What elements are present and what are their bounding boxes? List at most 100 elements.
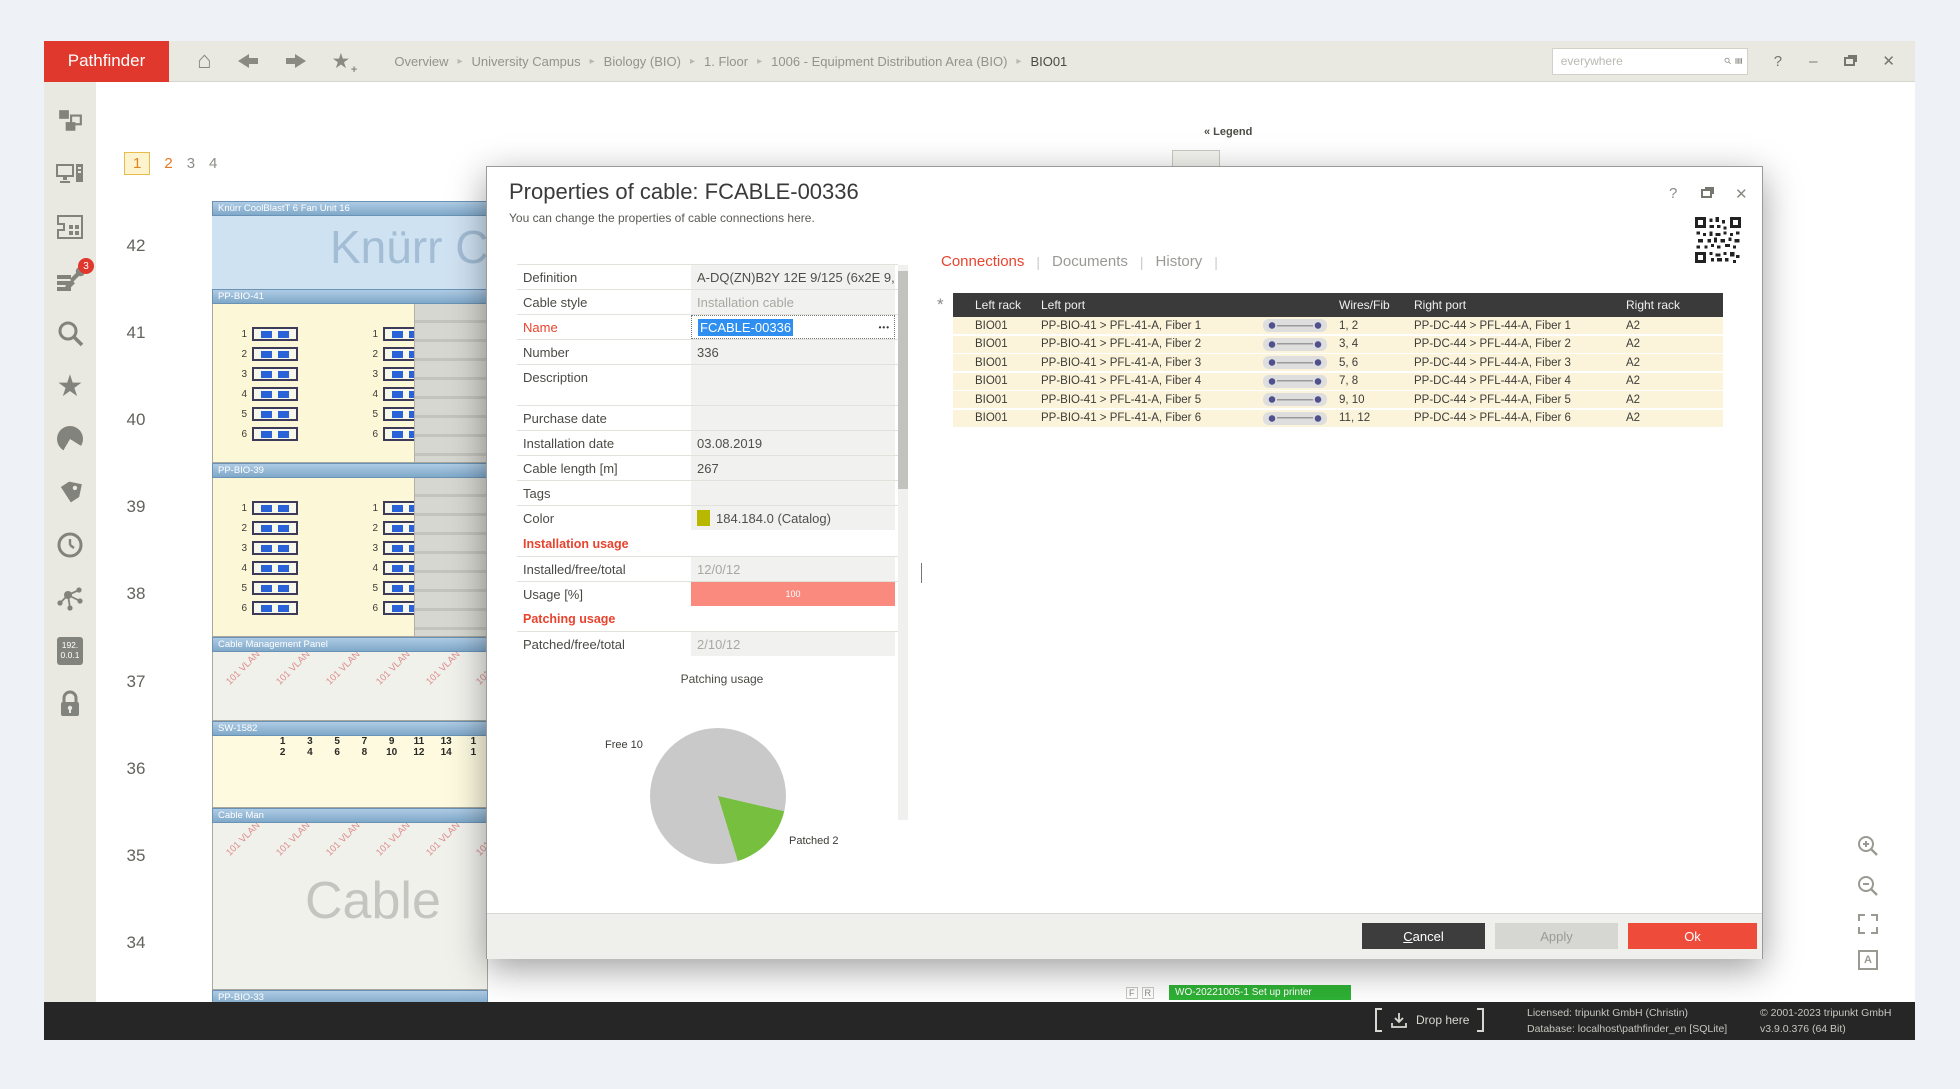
page-tab-3[interactable]: 3 [187, 155, 195, 172]
cancel-button[interactable]: Cancel [1362, 923, 1485, 949]
rack-device-header[interactable]: PP-BIO-33 [212, 990, 488, 1002]
port-pair-icon[interactable] [252, 601, 298, 615]
sidebar-item-devices[interactable] [52, 157, 88, 191]
field-value-tags[interactable] [691, 481, 895, 505]
connection-row[interactable]: BIO01 PP-BIO-41 > PFL-41-A, Fiber 2 3, 4… [953, 336, 1723, 353]
switch-body[interactable]: 1357911131 24681012141 [212, 736, 488, 808]
port-group[interactable]: 4 [235, 561, 298, 575]
pin-marker-icon[interactable]: * [937, 295, 944, 315]
dialog-close-button[interactable]: ✕ [1735, 185, 1748, 203]
forward-icon[interactable] [284, 54, 308, 68]
col-left-rack[interactable]: Left rack [953, 298, 1041, 312]
ok-button[interactable]: Ok [1628, 923, 1757, 949]
ellipsis-button[interactable]: ••• [879, 323, 890, 332]
port-group[interactable]: 3 [235, 367, 298, 381]
port-pair-icon[interactable] [252, 521, 298, 535]
dialog-help-button[interactable]: ? [1669, 185, 1677, 202]
sidebar-item-search[interactable] [52, 316, 88, 350]
field-value-name[interactable]: FCABLE-00336 ••• [691, 315, 895, 339]
breadcrumb-item[interactable]: Overview [394, 54, 448, 69]
port-pair-icon[interactable] [252, 427, 298, 441]
port-group[interactable]: 3 [235, 541, 298, 555]
port-pair-icon[interactable] [252, 561, 298, 575]
apply-button[interactable]: Apply [1495, 923, 1618, 949]
field-value-definition[interactable]: A-DQ(ZN)B2Y 12E 9/125 (6x2E 9, [691, 265, 895, 289]
field-value-patched-free-total[interactable]: 2/10/12 [691, 632, 895, 656]
port-pair-icon[interactable] [252, 541, 298, 555]
sidebar-item-tags[interactable] [52, 475, 88, 509]
sidebar-item-work-orders[interactable]: 3 [52, 263, 88, 297]
tab-documents[interactable]: Documents [1052, 253, 1128, 270]
minimize-button[interactable]: – [1809, 53, 1817, 70]
port-pair-icon[interactable] [252, 347, 298, 361]
sidebar-item-favorites[interactable]: ★ [52, 369, 88, 403]
tab-connections[interactable]: Connections [941, 253, 1024, 270]
col-right-port[interactable]: Right port [1414, 298, 1626, 312]
rack-device-header[interactable]: Knürr CoolBlastT 6 Fan Unit 16 [212, 201, 488, 216]
zoom-in-icon[interactable] [1856, 834, 1880, 858]
tab-history[interactable]: History [1156, 253, 1203, 270]
field-value-installed-free-total[interactable]: 12/0/12 [691, 557, 895, 581]
connection-row[interactable]: BIO01 PP-BIO-41 > PFL-41-A, Fiber 3 5, 6… [953, 354, 1723, 371]
port-group[interactable]: 2 [235, 347, 298, 361]
field-value-description[interactable] [691, 365, 895, 405]
help-button[interactable]: ? [1774, 53, 1782, 70]
port-pair-icon[interactable] [252, 501, 298, 515]
work-order-bar[interactable]: WO-20221005-1 Set up printer [1169, 985, 1351, 1000]
breadcrumb-item[interactable]: 1006 - Equipment Distribution Area (BIO) [771, 54, 1007, 69]
port-group[interactable]: 6 [235, 601, 298, 615]
sidebar-item-ip-networks[interactable]: 192.0.0.1 [52, 634, 88, 668]
breadcrumb-item[interactable]: University Campus [472, 54, 581, 69]
back-icon[interactable] [236, 54, 260, 68]
patch-panel-pp-bio-39[interactable]: 1 1 2 2 3 3 [212, 478, 488, 637]
sidebar-item-floorplan[interactable] [52, 210, 88, 244]
barcode-icon[interactable] [1735, 53, 1743, 69]
port-pair-icon[interactable] [252, 327, 298, 341]
rack-device-header[interactable]: SW-1582 [212, 721, 488, 736]
field-value-cable-length[interactable]: 267 [691, 456, 895, 480]
restore-button[interactable] [1844, 57, 1855, 66]
page-tab-1[interactable]: 1 [124, 152, 150, 175]
page-tab-2[interactable]: 2 [164, 155, 172, 172]
port-pair-icon[interactable] [252, 367, 298, 381]
sidebar-item-permissions[interactable] [52, 687, 88, 721]
zoom-out-icon[interactable] [1856, 874, 1880, 898]
add-favorite-icon[interactable]: ★+ [332, 49, 351, 74]
port-group[interactable]: 4 [235, 387, 298, 401]
legend-toggle[interactable]: « Legend [1204, 126, 1252, 138]
connection-row[interactable]: BIO01 PP-BIO-41 > PFL-41-A, Fiber 4 7, 8… [953, 373, 1723, 390]
rack-device-header[interactable]: PP-BIO-39 [212, 463, 488, 478]
field-value-number[interactable]: 336 [691, 340, 895, 364]
rack-device-header[interactable]: Cable Management Panel [212, 637, 488, 652]
port-pair-icon[interactable] [252, 581, 298, 595]
dialog-maximize-button[interactable] [1701, 189, 1712, 198]
connection-row[interactable]: BIO01 PP-BIO-41 > PFL-41-A, Fiber 5 9, 1… [953, 391, 1723, 408]
patch-panel-pp-bio-41[interactable]: 1 1 2 2 3 3 [212, 304, 488, 463]
fan-unit-body[interactable]: Knürr C [212, 216, 488, 289]
auto-label-icon[interactable]: A [1858, 950, 1878, 970]
col-wires[interactable]: Wires/Fib [1339, 298, 1414, 312]
port-group[interactable]: 5 [235, 581, 298, 595]
cable-management-body[interactable]: 101 VLAN BIO101 VLAN BIO101 VLAN BIO101 … [212, 823, 488, 990]
close-button[interactable]: ✕ [1882, 52, 1895, 70]
breadcrumb-item[interactable]: Biology (BIO) [604, 54, 681, 69]
port-group[interactable]: 1 [235, 327, 298, 341]
page-tab-4[interactable]: 4 [209, 155, 217, 172]
home-icon[interactable]: ⌂ [197, 49, 212, 73]
sidebar-item-topology[interactable] [52, 581, 88, 615]
port-group[interactable]: 5 [235, 407, 298, 421]
port-group[interactable]: 2 [235, 521, 298, 535]
field-value-cable-style[interactable]: Installation cable [691, 290, 895, 314]
rack-device-header[interactable]: Cable Man [212, 808, 488, 823]
field-value-purchase-date[interactable] [691, 406, 895, 430]
connection-row[interactable]: BIO01 PP-BIO-41 > PFL-41-A, Fiber 1 1, 2… [953, 317, 1723, 334]
form-scrollbar-thumb[interactable] [898, 271, 908, 489]
breadcrumb-item-current[interactable]: BIO01 [1030, 54, 1067, 69]
field-value-installation-date[interactable]: 03.08.2019 [691, 431, 895, 455]
col-right-rack[interactable]: Right rack [1626, 298, 1723, 312]
sidebar-item-history[interactable] [52, 528, 88, 562]
drop-zone[interactable]: Drop here [1375, 1008, 1484, 1032]
port-pair-icon[interactable] [252, 387, 298, 401]
cable-management-panel-body[interactable]: 101 VLAN BIO101 VLAN BIO101 VLAN BIO101 … [212, 652, 488, 721]
sidebar-item-network-tree[interactable] [52, 104, 88, 138]
